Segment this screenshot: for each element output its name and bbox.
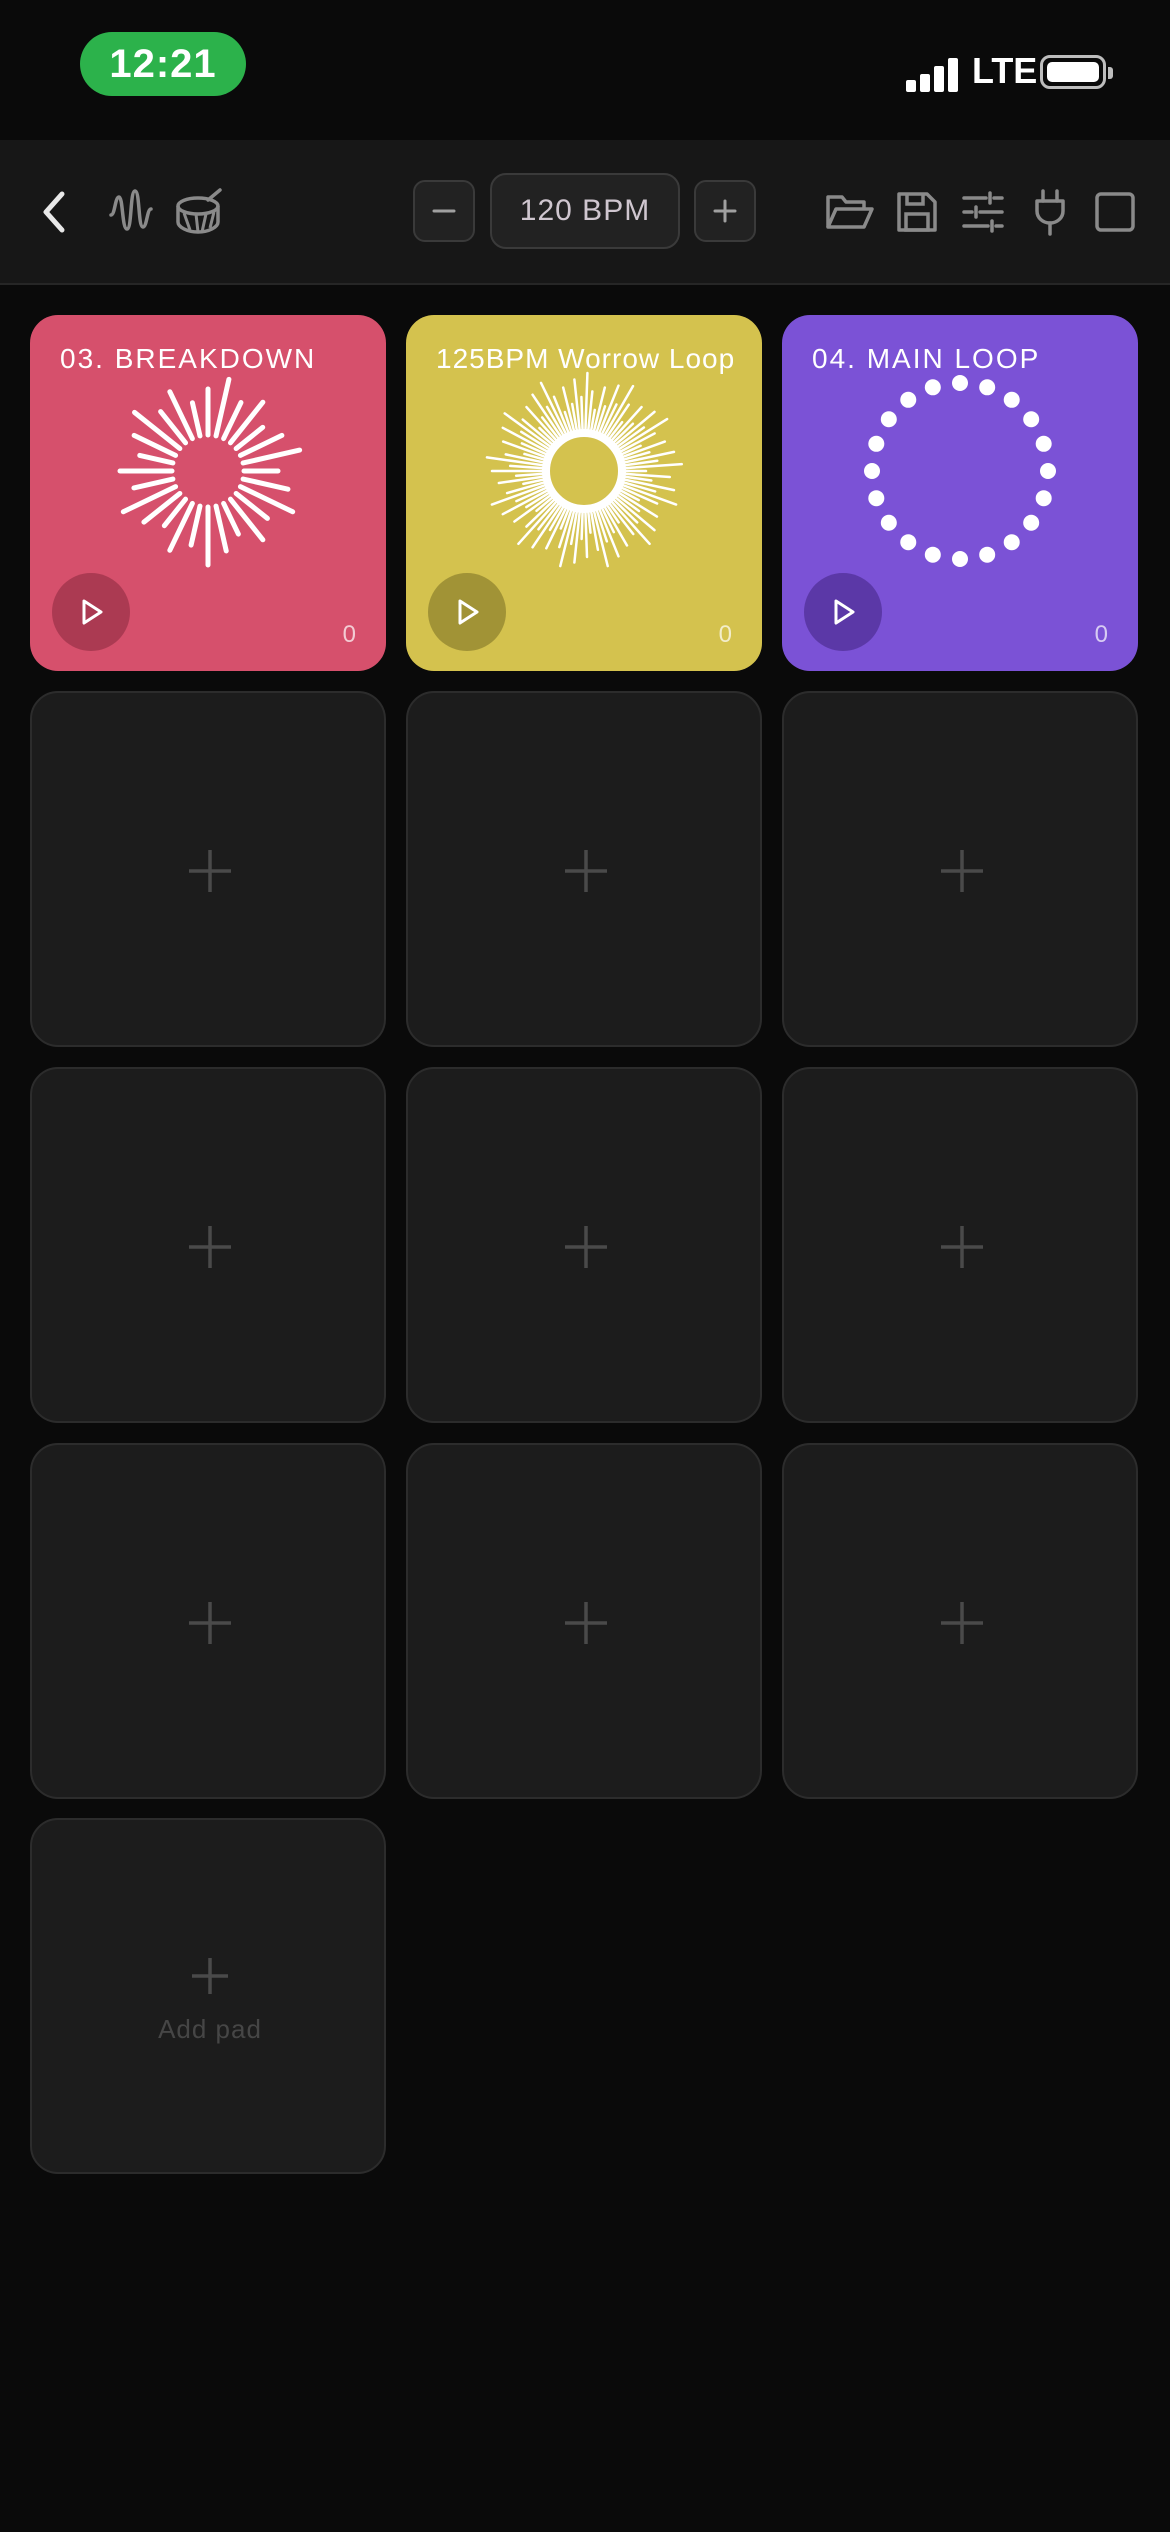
pad-count: 0: [718, 621, 732, 648]
add-pad-label: Add pad: [158, 2014, 262, 2044]
empty-pad[interactable]: [782, 1067, 1138, 1423]
empty-pad[interactable]: [782, 1443, 1138, 1799]
plug-icon: [1035, 189, 1065, 236]
play-icon: [834, 599, 855, 625]
pad-play-button[interactable]: [428, 573, 506, 651]
drum-icon: [176, 188, 222, 234]
network-label: LTE: [972, 50, 1038, 91]
pad-1[interactable]: 03. BREAKDOWN 0: [30, 315, 386, 671]
plus-icon: [713, 199, 737, 223]
empty-pad[interactable]: [30, 1067, 386, 1423]
plus-icon: [565, 1602, 607, 1644]
square-stop-icon: [1095, 192, 1135, 232]
waveform-button[interactable]: [104, 184, 160, 240]
bpm-display[interactable]: 120 BPM: [490, 173, 680, 249]
plus-icon: [192, 1958, 228, 1994]
sunburst-visualizer: [485, 371, 684, 568]
status-bar: 12:21 LTE: [0, 0, 1170, 140]
waveform-icon: [109, 189, 153, 231]
signal-bars-icon: [906, 56, 962, 92]
save-button[interactable]: [889, 184, 945, 240]
pad-count: 0: [1094, 621, 1108, 648]
sliders-icon: [962, 191, 1004, 233]
plus-icon: [941, 850, 983, 892]
toolbar: 120 BPM: [0, 140, 1170, 285]
folder-open-icon: [826, 195, 874, 229]
plus-icon: [941, 1602, 983, 1644]
chevron-left-icon: [43, 191, 65, 233]
empty-pad[interactable]: [782, 691, 1138, 1047]
stop-button[interactable]: [1087, 184, 1143, 240]
floppy-disk-icon: [897, 192, 937, 232]
plus-icon: [565, 1226, 607, 1268]
radial-lines-visualizer: [117, 376, 303, 568]
plugin-button[interactable]: [1022, 184, 1078, 240]
play-icon: [458, 599, 479, 625]
drum-button[interactable]: [170, 184, 226, 240]
mixer-button[interactable]: [955, 184, 1011, 240]
pad-play-button[interactable]: [804, 573, 882, 651]
plus-icon: [189, 1602, 231, 1644]
pad-play-button[interactable]: [52, 573, 130, 651]
pad-2[interactable]: 125BPM Worrow Loop 0: [406, 315, 762, 671]
back-button[interactable]: [26, 184, 82, 240]
add-pad-button[interactable]: Add pad: [30, 1818, 386, 2174]
bpm-increase-button[interactable]: [694, 180, 756, 242]
empty-pad[interactable]: [30, 1443, 386, 1799]
play-icon: [82, 599, 103, 625]
plus-icon: [189, 850, 231, 892]
empty-pad[interactable]: [406, 1443, 762, 1799]
empty-pad[interactable]: [30, 691, 386, 1047]
plus-icon: [189, 1226, 231, 1268]
battery-icon: [1040, 55, 1113, 89]
minus-icon: [432, 209, 456, 213]
open-project-button[interactable]: [822, 184, 878, 240]
dot-ring-visualizer: [864, 375, 1056, 567]
empty-pad[interactable]: [406, 691, 762, 1047]
plus-icon: [941, 1226, 983, 1268]
plus-icon: [565, 850, 607, 892]
bpm-decrease-button[interactable]: [413, 180, 475, 242]
status-time: 12:21: [80, 32, 246, 96]
pad-count: 0: [342, 621, 356, 648]
pad-3[interactable]: 04. MAIN LOOP 0: [782, 315, 1138, 671]
empty-pad[interactable]: [406, 1067, 762, 1423]
